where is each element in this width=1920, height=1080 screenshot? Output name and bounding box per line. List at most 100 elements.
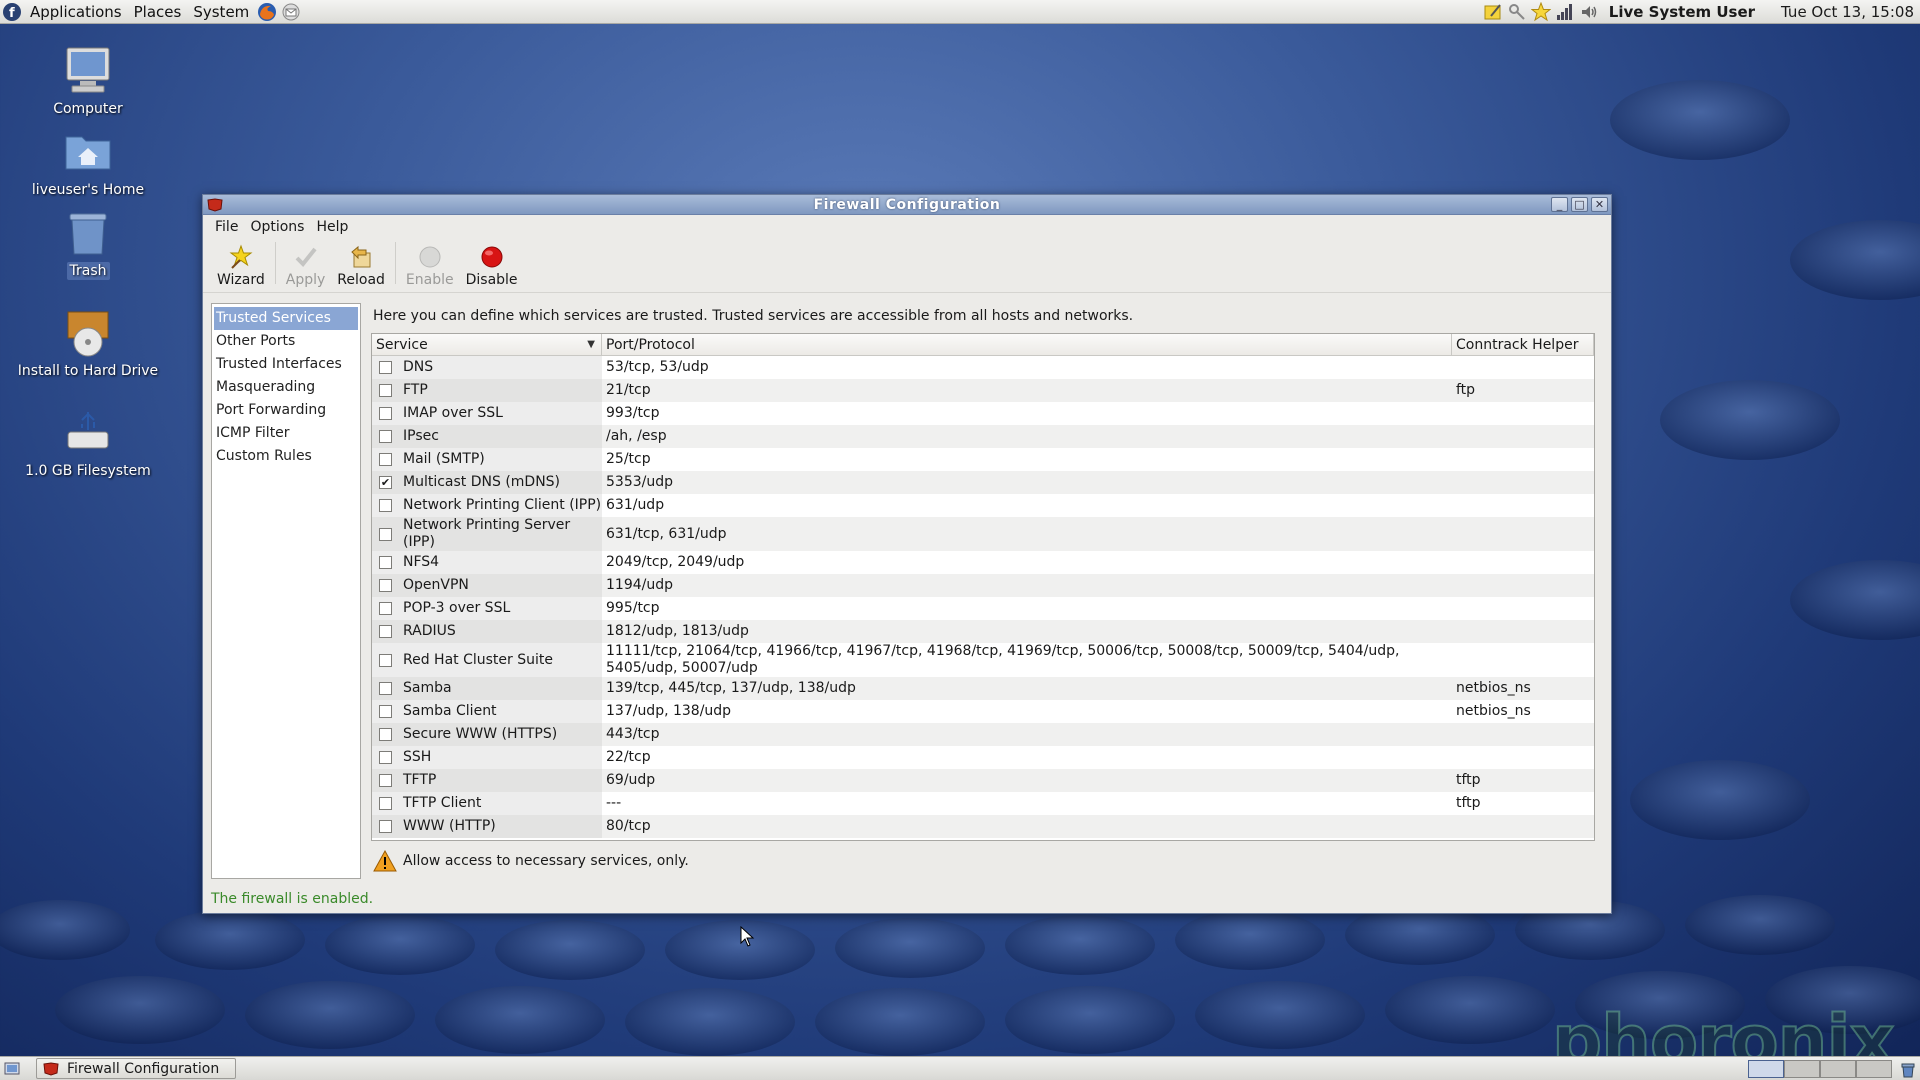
column-header-port[interactable]: Port/Protocol — [602, 334, 1452, 356]
menu-applications[interactable]: Applications — [24, 0, 128, 24]
network-tools-icon[interactable] — [1507, 2, 1527, 22]
table-row[interactable]: WWW (HTTP) 80/tcp — [372, 815, 1594, 838]
service-checkbox[interactable] — [379, 625, 392, 638]
email-launcher-icon[interactable] — [281, 2, 301, 22]
table-row[interactable]: IMAP over SSL 993/tcp — [372, 402, 1594, 425]
table-row[interactable]: DNS 53/tcp, 53/udp — [372, 356, 1594, 379]
maximize-button[interactable]: □ — [1571, 197, 1588, 212]
conntrack-helper-cell: netbios_ns — [1456, 680, 1531, 696]
table-row[interactable]: RADIUS 1812/udp, 1813/udp — [372, 620, 1594, 643]
service-checkbox[interactable] — [379, 797, 392, 810]
service-cell: Network Printing Client (IPP) — [372, 494, 602, 517]
taskbar-firewall-window[interactable]: Firewall Configuration — [36, 1058, 236, 1079]
port-protocol-cell: 995/tcp — [606, 600, 660, 616]
desktop-icon-trash[interactable]: Trash — [13, 206, 163, 280]
table-row[interactable]: TFTP Client --- tftp — [372, 792, 1594, 815]
column-header-helper[interactable]: Conntrack Helper — [1452, 334, 1594, 356]
service-checkbox[interactable] — [379, 602, 392, 615]
service-cell: Network Printing Server (IPP) — [372, 517, 602, 551]
service-name: IMAP over SSL — [403, 405, 503, 421]
service-checkbox[interactable] — [379, 527, 392, 541]
table-row[interactable]: SSH 22/tcp — [372, 746, 1594, 769]
trash-applet-icon[interactable] — [1898, 1059, 1918, 1079]
table-row[interactable]: FTP 21/tcp ftp — [372, 379, 1594, 402]
menu-places[interactable]: Places — [128, 0, 188, 24]
menu-help[interactable]: Help — [310, 219, 354, 235]
workspace-3[interactable] — [1820, 1059, 1856, 1078]
clock[interactable]: Tue Oct 13, 15:08 — [1769, 3, 1920, 21]
service-checkbox[interactable] — [379, 384, 392, 397]
service-checkbox[interactable] — [379, 556, 392, 569]
table-row[interactable]: Network Printing Client (IPP) 631/udp — [372, 494, 1594, 517]
sidebar-item-port-forwarding[interactable]: Port Forwarding — [212, 399, 360, 422]
service-checkbox[interactable] — [379, 430, 392, 443]
service-checkbox[interactable] — [379, 751, 392, 764]
volume-icon[interactable] — [1579, 2, 1599, 22]
sidebar-item-custom-rules[interactable]: Custom Rules — [212, 445, 360, 468]
desktop-icon-computer[interactable]: Computer — [13, 44, 163, 118]
notes-icon[interactable] — [1483, 2, 1503, 22]
fedora-logo-icon[interactable]: f — [2, 2, 22, 22]
service-checkbox[interactable] — [379, 453, 392, 466]
service-checkbox[interactable] — [379, 682, 392, 695]
workspace-switcher — [1748, 1059, 1892, 1078]
menu-options[interactable]: Options — [244, 219, 310, 235]
minimize-button[interactable]: _ — [1551, 197, 1568, 212]
service-checkbox[interactable] — [379, 820, 392, 833]
wizard-button[interactable]: Wizard — [211, 238, 271, 288]
table-row[interactable]: Samba 139/tcp, 445/tcp, 137/udp, 138/udp n… — [372, 677, 1594, 700]
service-checkbox[interactable] — [379, 407, 392, 420]
table-row[interactable]: IPsec/ah, /esp — [372, 425, 1594, 448]
service-checkbox[interactable] — [379, 653, 392, 667]
sidebar-item-other-ports[interactable]: Other Ports — [212, 330, 360, 353]
enable-button[interactable]: Enable — [400, 238, 460, 288]
reload-button[interactable]: Reload — [331, 238, 391, 288]
firefox-launcher-icon[interactable] — [257, 2, 277, 22]
sidebar-item-masquerading[interactable]: Masquerading — [212, 376, 360, 399]
table-row[interactable]: ✔ Multicast DNS (mDNS) 5353/udp — [372, 471, 1594, 494]
service-name: Network Printing Client (IPP) — [403, 497, 602, 513]
table-row[interactable]: NFS4 2049/tcp, 2049/udp — [372, 551, 1594, 574]
apply-button[interactable]: Apply — [280, 238, 332, 288]
table-row[interactable]: Network Printing Server (IPP) 631/tcp, 63… — [372, 517, 1594, 551]
status-bar: The firewall is enabled. — [211, 891, 374, 907]
workspace-2[interactable] — [1784, 1059, 1820, 1078]
close-button[interactable]: ✕ — [1591, 197, 1608, 212]
column-header-label: Service — [376, 337, 428, 353]
desktop-icon-install[interactable]: Install to Hard Drive — [13, 306, 163, 380]
port-protocol-cell: 137/udp, 138/udp — [606, 703, 732, 719]
service-checkbox[interactable] — [379, 361, 392, 374]
table-row[interactable]: Mail (SMTP) 25/tcp — [372, 448, 1594, 471]
table-row[interactable]: POP-3 over SSL 995/tcp — [372, 597, 1594, 620]
menu-file[interactable]: File — [209, 219, 244, 235]
taskbar-label: Firewall Configuration — [67, 1060, 220, 1077]
table-row[interactable]: Samba Client 137/udp, 138/udp netbios_ns — [372, 700, 1594, 723]
menu-system[interactable]: System — [187, 0, 255, 24]
signal-icon[interactable] — [1555, 2, 1575, 22]
table-row[interactable]: Secure WWW (HTTPS) 443/tcp — [372, 723, 1594, 746]
workspace-4[interactable] — [1856, 1059, 1892, 1078]
current-user[interactable]: Live System User — [1601, 3, 1769, 21]
disable-button[interactable]: Disable — [460, 238, 524, 288]
workspace-1[interactable] — [1748, 1059, 1784, 1078]
service-checkbox[interactable] — [379, 705, 392, 718]
service-checkbox[interactable] — [379, 499, 392, 512]
desktop-icon-filesystem[interactable]: 1.0 GB Filesystem — [13, 406, 163, 480]
service-checkbox[interactable] — [379, 774, 392, 787]
table-row[interactable]: OpenVPN 1194/udp — [372, 574, 1594, 597]
table-row[interactable]: Red Hat Cluster Suite 11111/tcp, 21064/tc… — [372, 643, 1594, 677]
desktop-icon-home[interactable]: liveuser's Home — [13, 125, 163, 199]
service-name: RADIUS — [403, 623, 456, 639]
service-name: IPsec — [403, 428, 439, 444]
service-checkbox[interactable]: ✔ — [379, 476, 392, 489]
table-row[interactable]: TFTP 69/udp tftp — [372, 769, 1594, 792]
sidebar-item-trusted-services[interactable]: Trusted Services — [214, 307, 358, 330]
column-header-service[interactable]: Service ▼ — [372, 334, 602, 356]
service-checkbox[interactable] — [379, 579, 392, 592]
service-checkbox[interactable] — [379, 728, 392, 741]
sidebar-item-trusted-interfaces[interactable]: Trusted Interfaces — [212, 353, 360, 376]
show-desktop-icon[interactable] — [2, 1059, 22, 1079]
star-icon[interactable] — [1530, 1, 1551, 22]
window-titlebar[interactable]: Firewall Configuration _ □ ✕ — [203, 195, 1611, 215]
sidebar-item-icmp-filter[interactable]: ICMP Filter — [212, 422, 360, 445]
